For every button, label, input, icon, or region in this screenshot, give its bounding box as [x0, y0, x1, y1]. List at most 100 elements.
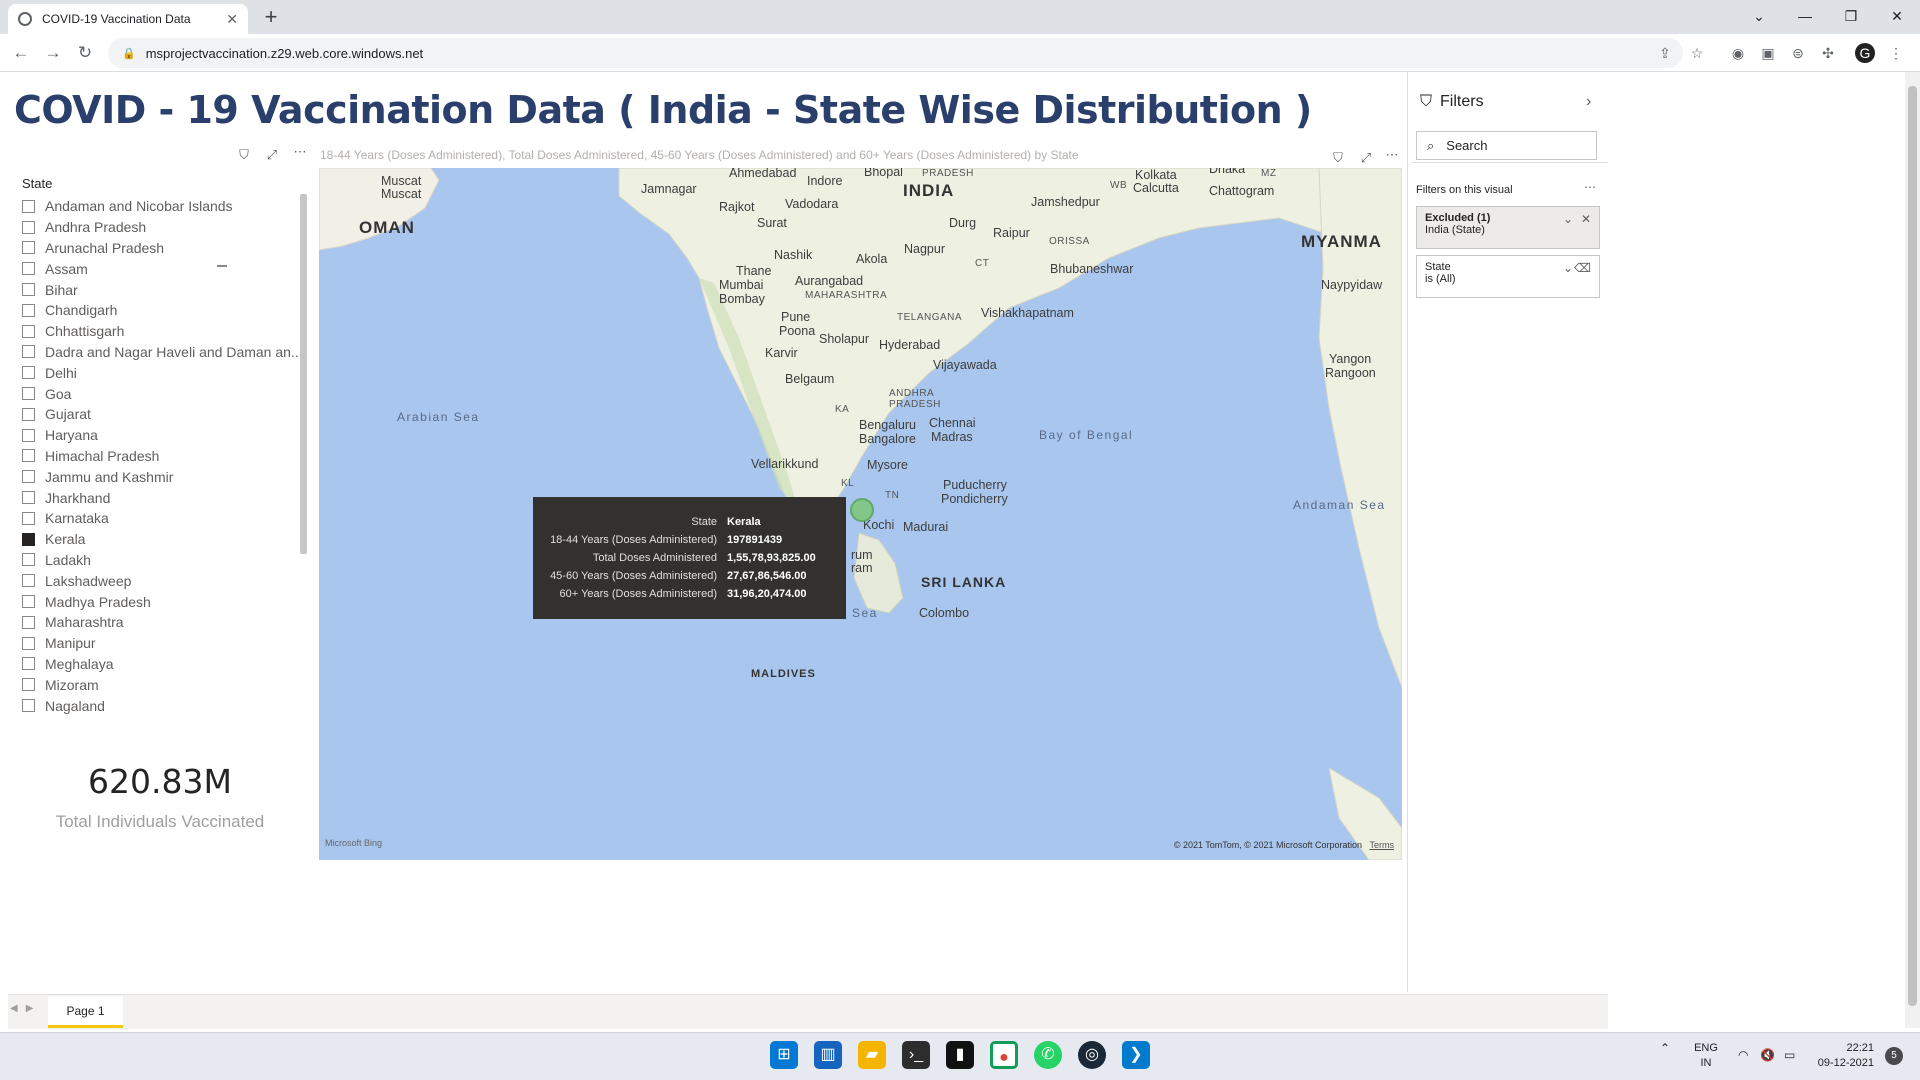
slicer-checkbox[interactable]: [22, 220, 35, 234]
slicer-item[interactable]: Chhattisgarh: [22, 321, 312, 342]
close-window-button[interactable]: ✕: [1874, 2, 1920, 30]
slicer-item[interactable]: Jharkhand: [22, 487, 312, 508]
steam-icon[interactable]: ◎: [1078, 1041, 1106, 1069]
chevron-down-icon[interactable]: ⌄: [1563, 212, 1573, 226]
slicer-resize-handle[interactable]: [217, 265, 227, 267]
whatsapp-icon[interactable]: ✆: [1034, 1041, 1062, 1069]
slicer-item[interactable]: Nagaland: [22, 695, 312, 716]
slicer-scrollbar[interactable]: [300, 194, 307, 554]
page-scrollbar-thumb[interactable]: [1908, 86, 1917, 1006]
page-nav-arrows[interactable]: ◀▶: [10, 1003, 41, 1014]
slicer-item[interactable]: Madhya Pradesh: [22, 591, 312, 612]
share-icon[interactable]: ⇪: [1655, 43, 1675, 63]
lock-icon[interactable]: 🔒: [122, 47, 136, 60]
slicer-checkbox[interactable]: [22, 366, 35, 380]
slicer-item[interactable]: Haryana: [22, 425, 312, 446]
slicer-item[interactable]: Andaman and Nicobar Islands: [22, 196, 312, 217]
filters-more-options-icon[interactable]: ⋯: [1584, 180, 1596, 194]
slicer-checkbox[interactable]: [22, 470, 35, 484]
map-more-options-icon[interactable]: ⋯: [1384, 147, 1400, 163]
slicer-item[interactable]: Delhi: [22, 362, 312, 383]
slicer-checkbox[interactable]: [22, 241, 35, 255]
close-tab-icon[interactable]: ✕: [226, 11, 238, 28]
slicer-item[interactable]: Jammu and Kashmir: [22, 466, 312, 487]
slicer-item[interactable]: Meghalaya: [22, 654, 312, 675]
slicer-checkbox[interactable]: [22, 678, 35, 692]
slicer-item[interactable]: Maharashtra: [22, 612, 312, 633]
slicer-filter-icon[interactable]: ⛉: [236, 147, 252, 163]
extension-icon[interactable]: ▣: [1758, 43, 1778, 63]
slicer-checkbox[interactable]: [22, 595, 35, 609]
slicer-checkbox[interactable]: [22, 449, 35, 463]
slicer-item[interactable]: Bihar: [22, 279, 312, 300]
page-tab-page-1[interactable]: Page 1: [48, 996, 123, 1028]
camera-extension-icon[interactable]: ◉: [1728, 43, 1748, 63]
slicer-item[interactable]: Arunachal Pradesh: [22, 238, 312, 259]
collapse-filters-icon[interactable]: ›: [1586, 93, 1591, 111]
slicer-item[interactable]: Lakshadweep: [22, 570, 312, 591]
slicer-checkbox[interactable]: [22, 428, 35, 442]
notification-badge[interactable]: 5: [1885, 1047, 1903, 1065]
profile-avatar[interactable]: G: [1855, 43, 1875, 63]
slicer-checkbox[interactable]: [22, 553, 35, 567]
bookmark-star-icon[interactable]: ☆: [1687, 43, 1707, 63]
map-filter-icon[interactable]: ⛉: [1330, 150, 1346, 166]
slicer-checkbox[interactable]: [22, 283, 35, 297]
tray-overflow-icon[interactable]: ⌃: [1660, 1041, 1670, 1055]
reload-icon[interactable]: ↻: [72, 40, 98, 66]
app-icon[interactable]: ▮: [946, 1041, 974, 1069]
slicer-item[interactable]: Manipur: [22, 633, 312, 654]
system-clock[interactable]: 22:21 09-12-2021: [1808, 1041, 1874, 1071]
new-tab-button[interactable]: +: [258, 4, 284, 30]
speaker-muted-icon[interactable]: 🔇: [1760, 1048, 1775, 1062]
slicer-checkbox[interactable]: [22, 387, 35, 401]
slicer-checkbox[interactable]: [22, 636, 35, 650]
file-explorer-icon[interactable]: ▰: [858, 1041, 886, 1069]
restore-button[interactable]: ❐: [1828, 2, 1874, 30]
slicer-item[interactable]: Mizoram: [22, 674, 312, 695]
filters-search-input[interactable]: ⌕ Search: [1416, 131, 1597, 160]
filter-card-excluded[interactable]: Excluded (1) India (State) ⌄ ✕: [1416, 206, 1600, 249]
windows-start-icon[interactable]: ⊞: [770, 1041, 798, 1069]
slicer-checkbox[interactable]: [22, 511, 35, 525]
browser-tab[interactable]: COVID-19 Vaccination Data ✕: [8, 4, 248, 34]
slicer-item[interactable]: Himachal Pradesh: [22, 446, 312, 467]
cast-extension-icon[interactable]: ⊜: [1788, 43, 1808, 63]
slicer-checkbox[interactable]: [22, 657, 35, 671]
india-map[interactable]: Muscat Muscat OMAN Jamnagar Ahmedabad In…: [319, 168, 1402, 860]
vscode-icon[interactable]: ❯: [1122, 1041, 1150, 1069]
slicer-item[interactable]: Dadra and Nagar Haveli and Daman an...: [22, 342, 312, 363]
slicer-checkbox[interactable]: [22, 615, 35, 629]
slicer-more-options-icon[interactable]: ⋯: [292, 144, 308, 160]
filter-card-state[interactable]: State is (All) ⌄ ⌫: [1416, 255, 1600, 298]
slicer-checkbox[interactable]: [22, 262, 35, 276]
slicer-checkbox[interactable]: [22, 532, 35, 546]
chrome-icon[interactable]: ●: [990, 1041, 1018, 1069]
slicer-item[interactable]: Andhra Pradesh: [22, 217, 312, 238]
map-terms-link[interactable]: Terms: [1370, 840, 1395, 850]
slicer-checkbox[interactable]: [22, 324, 35, 338]
slicer-checkbox[interactable]: [22, 699, 35, 713]
tab-search-icon[interactable]: ⌄: [1736, 2, 1782, 30]
slicer-checkbox[interactable]: [22, 574, 35, 588]
map-focus-mode-icon[interactable]: ⤢: [1358, 150, 1374, 166]
slicer-item[interactable]: Goa: [22, 383, 312, 404]
slicer-checkbox[interactable]: [22, 345, 35, 359]
language-indicator[interactable]: ENG IN: [1688, 1041, 1724, 1071]
slicer-item[interactable]: Karnataka: [22, 508, 312, 529]
slicer-item[interactable]: Assam: [22, 258, 312, 279]
close-icon[interactable]: ✕: [1581, 212, 1591, 226]
forward-icon[interactable]: →: [40, 40, 66, 66]
slicer-item[interactable]: Chandigarh: [22, 300, 312, 321]
kerala-data-bubble[interactable]: [850, 498, 874, 522]
back-icon[interactable]: ←: [8, 40, 34, 66]
slicer-item[interactable]: Kerala: [22, 529, 312, 550]
address-bar[interactable]: 🔒 msprojectvaccination.z29.web.core.wind…: [108, 38, 1683, 68]
terminal-icon[interactable]: ›_: [902, 1041, 930, 1069]
battery-icon[interactable]: ▭: [1784, 1048, 1795, 1062]
slicer-checkbox[interactable]: [22, 491, 35, 505]
minimize-button[interactable]: —: [1782, 2, 1828, 30]
slicer-checkbox[interactable]: [22, 199, 35, 213]
puzzle-icon[interactable]: ✣: [1818, 43, 1838, 63]
eraser-icon[interactable]: ⌫: [1574, 261, 1591, 275]
